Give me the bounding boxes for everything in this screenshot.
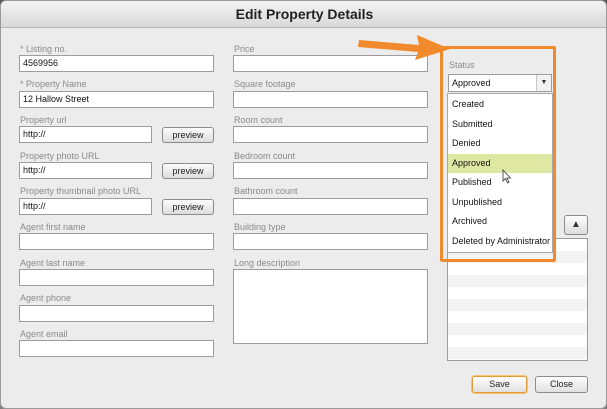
list-row	[448, 275, 587, 287]
close-button[interactable]: Close	[535, 376, 588, 393]
agent-last-name-label: Agent last name	[20, 258, 86, 268]
list-row	[448, 263, 587, 275]
listing-no-input[interactable]: 4569956	[19, 55, 214, 72]
bathroom-count-input[interactable]	[233, 198, 428, 215]
agent-email-input[interactable]	[19, 340, 214, 357]
property-url-preview-button[interactable]: preview	[162, 127, 214, 143]
long-description-textarea[interactable]	[233, 269, 428, 344]
building-type-input[interactable]	[233, 233, 428, 250]
chevron-down-icon[interactable]: ▼	[536, 75, 551, 91]
list-row	[448, 311, 587, 323]
status-label: Status	[449, 60, 475, 70]
agent-first-name-input[interactable]	[19, 233, 214, 250]
status-option-approved[interactable]: Approved	[448, 154, 552, 173]
callout-arrow-icon	[358, 35, 450, 60]
listing-no-label: * Listing no.	[20, 44, 68, 54]
agent-phone-input[interactable]	[19, 305, 214, 322]
property-name-input[interactable]: 12 Hallow Street	[19, 91, 214, 108]
status-option-submitted[interactable]: Submitted	[448, 115, 552, 134]
status-option-unpublished[interactable]: Unpublished	[448, 193, 552, 212]
agent-email-label: Agent email	[20, 329, 68, 339]
property-thumbnail-preview-button[interactable]: preview	[162, 199, 214, 215]
property-photo-url-label: Property photo URL	[20, 151, 100, 161]
move-up-button[interactable]: ▲	[564, 215, 588, 235]
property-name-label: * Property Name	[20, 79, 87, 89]
status-option-published[interactable]: Published	[448, 173, 552, 192]
save-button[interactable]: Save	[472, 376, 527, 393]
bathroom-count-label: Bathroom count	[234, 186, 298, 196]
square-footage-input[interactable]	[233, 91, 428, 108]
property-url-label: Property url	[20, 115, 67, 125]
room-count-label: Room count	[234, 115, 283, 125]
bedroom-count-input[interactable]	[233, 162, 428, 179]
list-row	[448, 347, 587, 359]
property-photo-url-input[interactable]: http://	[19, 162, 152, 179]
status-dropdown-menu: Created Submitted Denied Approved Publis…	[447, 93, 553, 253]
agent-phone-label: Agent phone	[20, 293, 72, 303]
list-row	[448, 323, 587, 335]
status-history-list[interactable]	[447, 238, 588, 361]
status-option-created[interactable]: Created	[448, 95, 552, 114]
bedroom-count-label: Bedroom count	[234, 151, 296, 161]
property-url-input[interactable]: http://	[19, 126, 152, 143]
price-label: Price	[234, 44, 255, 54]
property-thumbnail-url-input[interactable]: http://	[19, 198, 152, 215]
property-thumbnail-url-label: Property thumbnail photo URL	[20, 186, 142, 196]
status-option-archived[interactable]: Archived	[448, 212, 552, 231]
long-description-label: Long description	[234, 258, 301, 268]
edit-property-dialog: Edit Property Details * Listing no. 4569…	[0, 0, 607, 409]
dialog-title: Edit Property Details	[1, 1, 606, 28]
square-footage-label: Square footage	[234, 79, 296, 89]
agent-last-name-input[interactable]	[19, 269, 214, 286]
list-row	[448, 299, 587, 311]
list-row	[448, 335, 587, 347]
list-row	[448, 287, 587, 299]
mouse-cursor-icon	[502, 169, 512, 184]
agent-first-name-label: Agent first name	[20, 222, 86, 232]
property-photo-preview-button[interactable]: preview	[162, 163, 214, 179]
status-select[interactable]: Approved ▼	[448, 74, 552, 92]
building-type-label: Building type	[234, 222, 286, 232]
room-count-input[interactable]	[233, 126, 428, 143]
up-arrow-icon: ▲	[571, 219, 581, 230]
status-option-denied[interactable]: Denied	[448, 134, 552, 153]
status-option-deleted-by-administrator[interactable]: Deleted by Administrator	[448, 232, 552, 251]
status-selected-value: Approved	[452, 78, 491, 88]
